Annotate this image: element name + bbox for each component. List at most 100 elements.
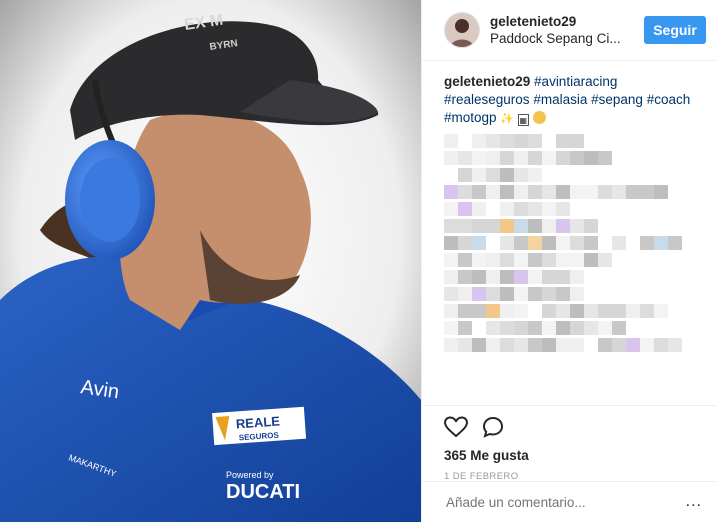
pixel-cell — [458, 185, 472, 199]
hashtag-link[interactable]: #motogp — [444, 110, 497, 125]
pixel-cell — [444, 270, 458, 284]
pixel-cell — [444, 185, 458, 199]
pixel-cell — [500, 270, 514, 284]
pixel-cell — [584, 304, 598, 318]
pixel-cell — [556, 270, 570, 284]
pixel-cell — [542, 219, 556, 233]
pixel-cell — [570, 236, 584, 250]
pixel-cell — [514, 287, 528, 301]
pixel-cell — [444, 168, 458, 182]
pixel-cell — [514, 151, 528, 165]
pixel-cell — [528, 270, 542, 284]
pixel-cell — [444, 304, 458, 318]
pixel-cell — [570, 338, 584, 352]
hashtag-link[interactable]: #sepang — [591, 92, 643, 107]
pixel-row — [444, 151, 698, 165]
pixel-cell — [598, 236, 612, 250]
pixel-cell — [486, 168, 500, 182]
pixel-cell — [486, 253, 500, 267]
pixel-cell — [584, 185, 598, 199]
post-header: geletenieto29 Paddock Sepang Ci... Segui… — [422, 0, 716, 61]
post-actions: 365 Me gusta 1 DE FEBRERO — [422, 405, 716, 482]
pixel-cell — [444, 134, 458, 148]
pixel-cell — [486, 236, 500, 250]
pixel-cell — [514, 236, 528, 250]
pixel-cell — [486, 202, 500, 216]
avatar[interactable] — [444, 12, 480, 48]
pixel-cell — [584, 151, 598, 165]
pixel-cell — [654, 236, 668, 250]
pixel-cell — [640, 185, 654, 199]
pixel-cell — [472, 236, 486, 250]
pixel-cell — [528, 219, 542, 233]
pixel-row — [444, 134, 698, 148]
pixel-cell — [486, 134, 500, 148]
header-location[interactable]: Paddock Sepang Ci... — [490, 30, 625, 48]
likes-count[interactable]: 365 Me gusta — [444, 448, 698, 463]
caption-username[interactable]: geletenieto29 — [444, 74, 530, 89]
pixel-cell — [556, 304, 570, 318]
hashtag-link[interactable]: #malasia — [533, 92, 587, 107]
pixel-cell — [668, 338, 682, 352]
pixel-cell — [472, 219, 486, 233]
pixel-cell — [598, 185, 612, 199]
more-options-icon[interactable]: ... — [686, 493, 702, 511]
speech-bubble-icon[interactable] — [482, 416, 504, 443]
pixel-cell — [458, 270, 472, 284]
pixel-cell — [612, 321, 626, 335]
pixel-cell — [458, 168, 472, 182]
header-username[interactable]: geletenieto29 — [490, 13, 644, 30]
pixel-cell — [458, 134, 472, 148]
pixel-row — [444, 202, 698, 216]
powered-by-text: Powered by — [226, 470, 274, 480]
pixel-cell — [556, 321, 570, 335]
pixel-cell — [556, 134, 570, 148]
header-text: geletenieto29 Paddock Sepang Ci... — [490, 13, 644, 48]
pixel-cell — [472, 270, 486, 284]
post-sidebar: geletenieto29 Paddock Sepang Ci... Segui… — [421, 0, 716, 522]
photo-illustration: EX M BYRN Avin REALE SEGUROS MAKARTHY Po… — [0, 0, 421, 522]
instagram-post: EX M BYRN Avin REALE SEGUROS MAKARTHY Po… — [0, 0, 716, 522]
pixel-cell — [514, 270, 528, 284]
pixel-cell — [542, 253, 556, 267]
pixel-cell — [514, 321, 528, 335]
box-emoji: ▦ — [517, 114, 529, 126]
pixel-cell — [570, 321, 584, 335]
pixel-cell — [570, 151, 584, 165]
pixel-row — [444, 304, 698, 318]
pixel-cell — [500, 321, 514, 335]
pixel-cell — [500, 219, 514, 233]
pixel-cell — [472, 304, 486, 318]
pixel-cell — [570, 270, 584, 284]
hashtag-link[interactable]: #avintiaracing — [534, 74, 617, 89]
pixel-cell — [542, 185, 556, 199]
action-icons — [443, 414, 698, 444]
pixel-cell — [458, 236, 472, 250]
follow-button[interactable]: Seguir — [644, 16, 706, 44]
pixel-cell — [514, 219, 528, 233]
pixel-cell — [528, 253, 542, 267]
pixel-cell — [444, 151, 458, 165]
pixel-cell — [444, 202, 458, 216]
hashtag-link[interactable]: #realeseguros — [444, 92, 530, 107]
pixel-cell — [486, 338, 500, 352]
pixel-cell — [472, 134, 486, 148]
pixel-cell — [612, 185, 626, 199]
pixel-cell — [654, 338, 668, 352]
pixel-row — [444, 270, 698, 284]
pixel-cell — [626, 185, 640, 199]
pixel-cell — [542, 287, 556, 301]
pixel-cell — [542, 151, 556, 165]
pixel-cell — [500, 151, 514, 165]
hashtag-link[interactable]: #coach — [647, 92, 691, 107]
pixel-cell — [514, 253, 528, 267]
smile-emoji-icon — [532, 111, 546, 124]
pixel-cell — [486, 219, 500, 233]
pixel-cell — [542, 236, 556, 250]
post-photo[interactable]: EX M BYRN Avin REALE SEGUROS MAKARTHY Po… — [0, 0, 421, 522]
pixel-cell — [556, 202, 570, 216]
pixel-cell — [458, 338, 472, 352]
heart-icon[interactable] — [443, 415, 469, 443]
reale-text: REALE — [235, 413, 280, 431]
comment-input[interactable] — [444, 493, 686, 511]
